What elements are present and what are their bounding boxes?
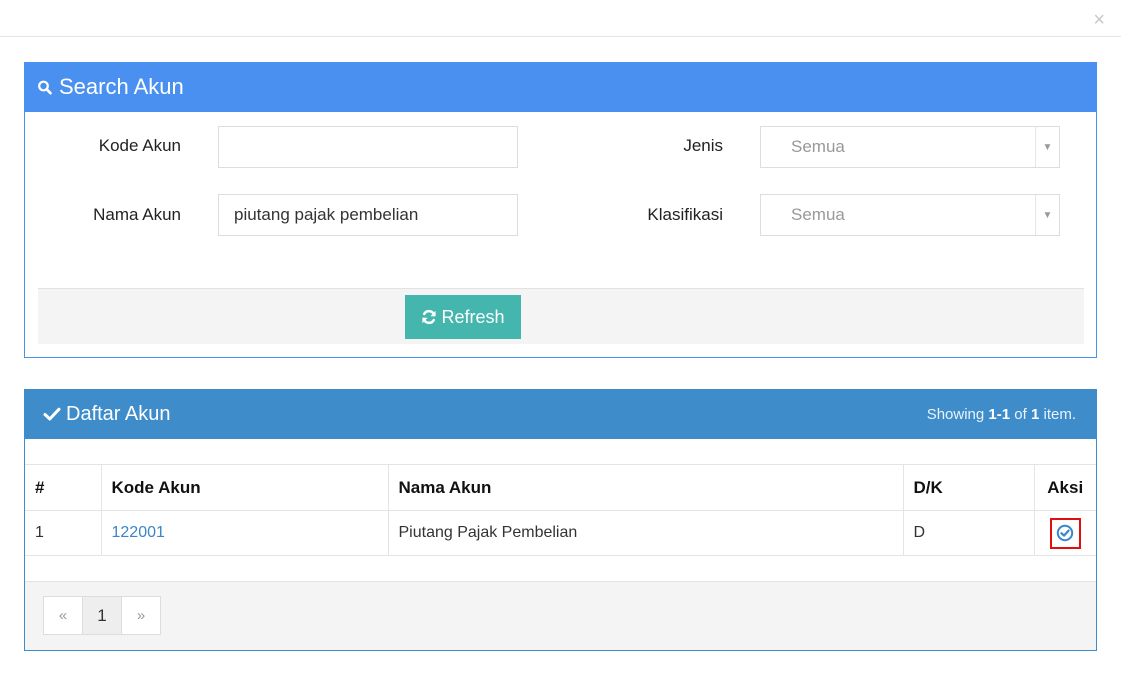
check-circle-icon (1057, 524, 1074, 542)
column-header-dk[interactable]: D/K (902, 464, 1035, 511)
pagination-summary: Showing 1-1 of 1 item. (926, 405, 1076, 423)
caret-down-icon[interactable]: ▼ (1035, 195, 1059, 235)
search-panel: Search Akun Kode Akun Nama Akun Jenis Se… (24, 62, 1097, 358)
caret-down-icon[interactable]: ▼ (1035, 127, 1059, 167)
jenis-select[interactable]: Semua ▼ (760, 126, 1060, 168)
row-kode-akun: 122001 (100, 510, 389, 556)
refresh-button[interactable]: Refresh (405, 295, 521, 339)
check-icon (43, 407, 61, 421)
nama-akun-input[interactable] (218, 194, 518, 236)
pagination-prev-button[interactable]: « (43, 596, 83, 635)
table-header-row: # Kode Akun Nama Akun D/K Aksi (25, 464, 1096, 511)
column-header-kode-akun[interactable]: Kode Akun (100, 464, 389, 511)
search-panel-title: Search Akun (59, 74, 184, 99)
pagination: « 1 » (43, 596, 161, 635)
account-list-panel: Daftar Akun Showing 1-1 of 1 item. # Kod… (24, 389, 1097, 651)
account-list-title: Daftar Akun (66, 402, 171, 425)
refresh-icon (422, 309, 437, 325)
column-header-nama-akun[interactable]: Nama Akun (387, 464, 904, 511)
row-nama-akun: Piutang Pajak Pembelian (387, 510, 904, 556)
search-icon (38, 80, 52, 95)
refresh-button-label: Refresh (441, 306, 505, 327)
nama-akun-label: Nama Akun (93, 205, 181, 224)
search-panel-footer: Refresh (38, 288, 1084, 344)
kode-akun-input[interactable] (218, 126, 518, 168)
pagination-page-1[interactable]: 1 (82, 596, 122, 635)
column-header-aksi: Aksi (1033, 464, 1096, 511)
account-table: # Kode Akun Nama Akun D/K Aksi 1 122001 … (25, 464, 1096, 556)
modal-header: × (0, 0, 1121, 37)
klasifikasi-selected-value: Semua (791, 205, 845, 224)
pagination-next-button[interactable]: » (121, 596, 161, 635)
kode-akun-link[interactable]: 122001 (112, 524, 165, 541)
row-dk: D (902, 510, 1035, 556)
table-row: 1 122001 Piutang Pajak Pembelian D (25, 510, 1096, 556)
jenis-selected-value: Semua (791, 137, 845, 156)
jenis-label: Jenis (683, 136, 723, 155)
search-panel-header: Search Akun (25, 62, 1096, 112)
klasifikasi-label: Klasifikasi (647, 205, 723, 224)
kode-akun-label: Kode Akun (98, 136, 181, 155)
klasifikasi-select[interactable]: Semua ▼ (760, 194, 1060, 236)
close-icon[interactable]: × (1093, 10, 1105, 30)
select-row-button[interactable] (1049, 517, 1081, 549)
column-header-number: # (25, 464, 102, 511)
pagination-bar: « 1 » (25, 581, 1096, 650)
account-list-header: Daftar Akun Showing 1-1 of 1 item. (25, 389, 1096, 439)
row-aksi (1033, 510, 1096, 556)
row-number: 1 (25, 510, 102, 556)
